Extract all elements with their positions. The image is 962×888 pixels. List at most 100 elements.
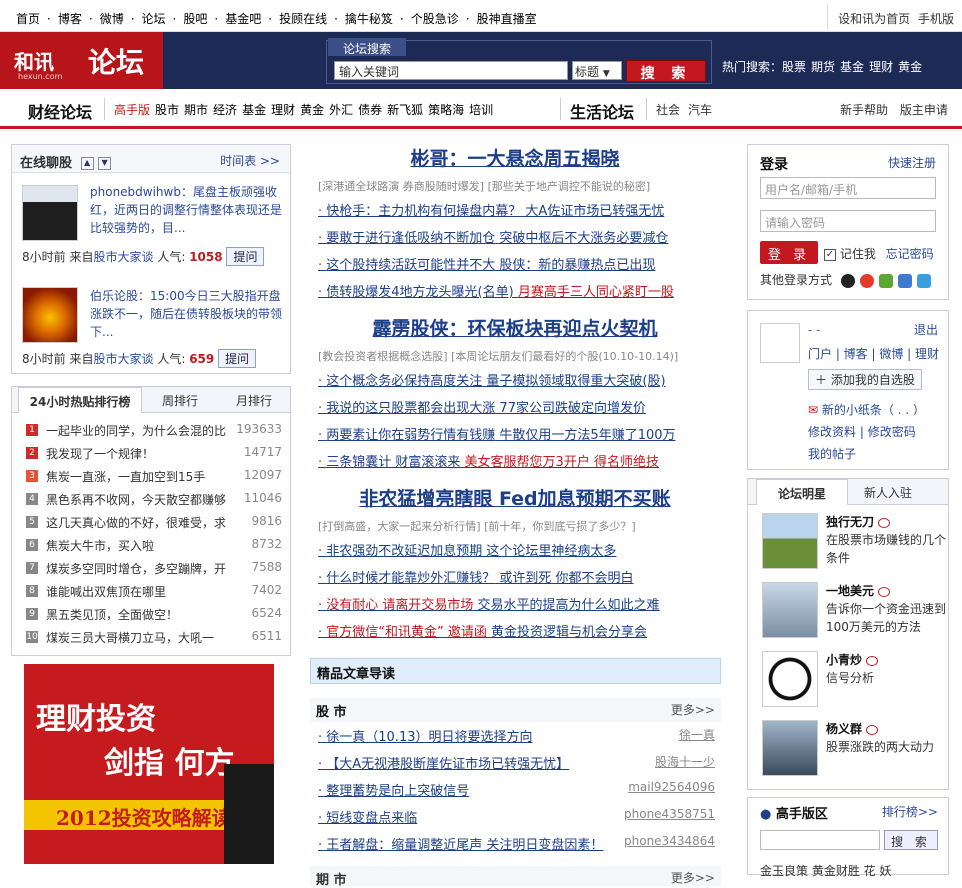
hot-search-item[interactable]: 理财 — [869, 60, 893, 74]
board-link[interactable]: 股市大家谈 — [93, 250, 153, 264]
star-name[interactable]: 杨义群 — [826, 720, 879, 737]
forum-nav-item[interactable]: 基金 — [242, 103, 266, 117]
tab-newcomers[interactable]: 新人入驻 — [864, 484, 912, 501]
ranking-title[interactable]: 黑色系再不收网，今天散空都赚够 — [46, 491, 236, 508]
news-link[interactable]: 这个股持续活跃可能性并不大 — [326, 258, 495, 273]
star-desc[interactable]: 在股票市场赚钱的几个条件 — [826, 531, 946, 567]
star-name[interactable]: 独行无刀 — [826, 513, 891, 530]
ranking-title[interactable]: 煤炭多空同时增仓，多空蹦牌，开 — [46, 560, 236, 577]
forum-nav-item[interactable]: 期市 — [184, 103, 208, 117]
search-button[interactable]: 搜 索 — [626, 60, 706, 82]
arrow-up-icon[interactable]: ▲ — [80, 157, 94, 170]
news-link[interactable]: 77家公司跌破定向增发价 — [499, 401, 646, 416]
register-link[interactable]: 快速注册 — [888, 154, 936, 171]
hot-search-item[interactable]: 黄金 — [898, 60, 922, 74]
tab-month[interactable]: 月排行 — [226, 387, 282, 413]
forum-nav-item[interactable]: 培训 — [469, 103, 493, 117]
tab-week[interactable]: 周排行 — [152, 387, 208, 413]
qq-icon[interactable] — [840, 273, 855, 288]
news-link[interactable]: 大A佐证市场已转强无忧 — [525, 204, 664, 219]
avatar[interactable] — [22, 287, 78, 343]
ranking-row[interactable]: 1 一起毕业的同学，为什么会混的比 193633 — [26, 421, 288, 443]
headline-sub[interactable]: [教会投资者根据概念选股] [本周论坛朋友们最看好的个股(10.10-10.14… — [318, 348, 678, 364]
chat-bubble-icon[interactable] — [878, 517, 891, 528]
ranking-row[interactable]: 5 这几天真心做的不好，很难受，求 9816 — [26, 513, 288, 535]
board-link[interactable]: 股市大家谈 — [93, 352, 153, 366]
password-input[interactable]: 请输入密码 — [760, 210, 936, 232]
news-link[interactable]: 黄金投资逻辑与机会分享会 — [491, 625, 647, 640]
avatar[interactable] — [22, 185, 78, 241]
news-link[interactable]: 这个论坛里神经病太多 — [486, 544, 616, 559]
ranking-title[interactable]: 谁能喊出双焦顶在哪里 — [46, 583, 236, 600]
ranking-title[interactable]: 黑五类见顶，全面做空！ — [46, 606, 236, 623]
weibo-icon[interactable] — [859, 273, 874, 288]
top-link[interactable]: 论坛 — [142, 12, 166, 26]
news-link[interactable]: 邀请函 — [448, 625, 487, 640]
remember-checkbox[interactable]: ✓ — [824, 248, 836, 261]
article-author[interactable]: phone3434864 — [624, 834, 715, 848]
ad-banner[interactable]: 理财投资 剑指 何方 2012投资攻略解读 — [24, 664, 274, 864]
finance-forum-title[interactable]: 财经论坛 — [28, 99, 92, 123]
ranking-title[interactable]: 这几天真心做的不好，很难受，求 — [46, 514, 236, 531]
renren-icon[interactable] — [878, 273, 893, 288]
chat-post-text[interactable]: phonebdwihwb：尾盘主板顽强收红，近两日的调整行情整体表现还是比较强势… — [90, 183, 286, 237]
top-link[interactable]: 个股急诊 — [411, 12, 459, 26]
tab-forum-stars[interactable]: 论坛明星 — [756, 479, 848, 505]
chat-bubble-icon[interactable] — [866, 655, 879, 666]
news-link[interactable]: 牛散仅用一方法5年赚了100万 — [499, 428, 675, 443]
login-button[interactable]: 登 录 — [760, 241, 818, 264]
news-link[interactable]: 非农强劲不改延迟加息预期 — [326, 544, 482, 559]
ranking-title[interactable]: 焦炭大牛市，买入啦 — [46, 537, 236, 554]
headline-sub[interactable]: [深港通全球路演 券商股随时爆发] [那些关于地产调控不能说的秘密] — [318, 178, 650, 194]
search-tab[interactable]: 论坛搜索 — [328, 38, 406, 56]
edit-profile-link[interactable]: 修改资料 — [808, 425, 856, 439]
ranking-row[interactable]: 4 黑色系再不收网，今天散空都赚够 11046 — [26, 490, 288, 512]
article-link[interactable]: · 徐一真（10.13）明日将要选择方向 — [318, 726, 532, 745]
logout-link[interactable]: 退出 — [914, 321, 938, 338]
article-author[interactable]: 徐一真 — [679, 726, 715, 743]
more-link[interactable]: 更多>> — [671, 869, 715, 886]
search-scope-select[interactable]: 标题 ▼ — [572, 61, 622, 80]
ranking-title[interactable]: 一起毕业的同学，为什么会混的比 — [46, 422, 236, 439]
more-link[interactable]: 更多>> — [671, 701, 715, 718]
ranking-row[interactable]: 6 焦炭大牛市，买入啦 8732 — [26, 536, 288, 558]
top-link[interactable]: 股吧 — [183, 12, 207, 26]
news-link[interactable]: 三条锦囊计 财富滚滚来 — [326, 455, 460, 470]
avatar[interactable] — [762, 513, 818, 569]
forum-nav-item[interactable]: 高手版 — [114, 103, 150, 117]
username-input[interactable]: 用户名/邮箱/手机 — [760, 177, 936, 199]
ranking-row[interactable]: 8 谁能喊出双焦顶在哪里 7402 — [26, 582, 288, 604]
ask-button[interactable]: 提问 — [226, 247, 265, 266]
news-link[interactable]: 月赛高手三人同心紧盯一股 — [518, 285, 674, 300]
search-input[interactable]: 输入关键词 — [334, 61, 568, 80]
forum-nav-item[interactable]: 债券 — [358, 103, 382, 117]
news-link[interactable]: 交易水平的提高为什么如此之难 — [478, 598, 660, 613]
user-links[interactable]: 门户 | 博客 | 微博 | 理财 — [808, 345, 939, 362]
hot-search-item[interactable]: 期货 — [811, 60, 835, 74]
avatar[interactable] — [762, 582, 818, 638]
rank-link[interactable]: 排行榜>> — [882, 803, 938, 820]
news-link[interactable]: 要敢于进行逢低吸纳不断加仓 — [326, 231, 495, 246]
chat-schedule-link[interactable]: 时间表 >> — [220, 152, 280, 169]
avatar[interactable] — [762, 720, 818, 776]
headline[interactable]: 彬哥：一大悬念周五揭晓 — [310, 144, 720, 171]
news-link[interactable]: 股侠：新的暴赚热点已出现 — [499, 258, 655, 273]
star-desc[interactable]: 告诉你一个资金迅速到100万美元的方法 — [826, 600, 946, 636]
forum-nav-item[interactable]: 经济 — [213, 103, 237, 117]
news-link[interactable]: 量子模拟领域取得重大突破(股) — [486, 374, 665, 389]
kaixin-icon[interactable] — [897, 273, 912, 288]
headline[interactable]: 非农猛增亮瞎眼 Fed加息预期不买账 — [310, 484, 720, 511]
article-link[interactable]: · 王者解盘：缩量调整近尾声 关注明日变盘因素！ — [318, 834, 603, 853]
news-link[interactable]: 两要素让你在弱势行情有钱赚 — [326, 428, 495, 443]
hot-search-item[interactable]: 股票 — [782, 60, 806, 74]
msn-icon[interactable] — [916, 273, 931, 288]
master-search-input[interactable] — [760, 830, 880, 850]
ranking-row[interactable]: 7 煤炭多空同时增仓，多空蹦牌，开 7588 — [26, 559, 288, 581]
forgot-password-link[interactable]: 忘记密码 — [886, 247, 934, 261]
headline-sub[interactable]: [打倒高盛，大家一起来分析行情] [前十年，你到底亏损了多少？] — [318, 518, 636, 534]
headline[interactable]: 霹雳股侠：环保板块再迎点火契机 — [310, 314, 720, 341]
star-desc[interactable]: 股票涨跌的两大动力 — [826, 738, 946, 756]
top-link[interactable]: 微博 — [100, 12, 124, 26]
avatar[interactable] — [762, 651, 818, 707]
news-link[interactable]: 官方微信“和讯黄金” — [326, 625, 443, 640]
